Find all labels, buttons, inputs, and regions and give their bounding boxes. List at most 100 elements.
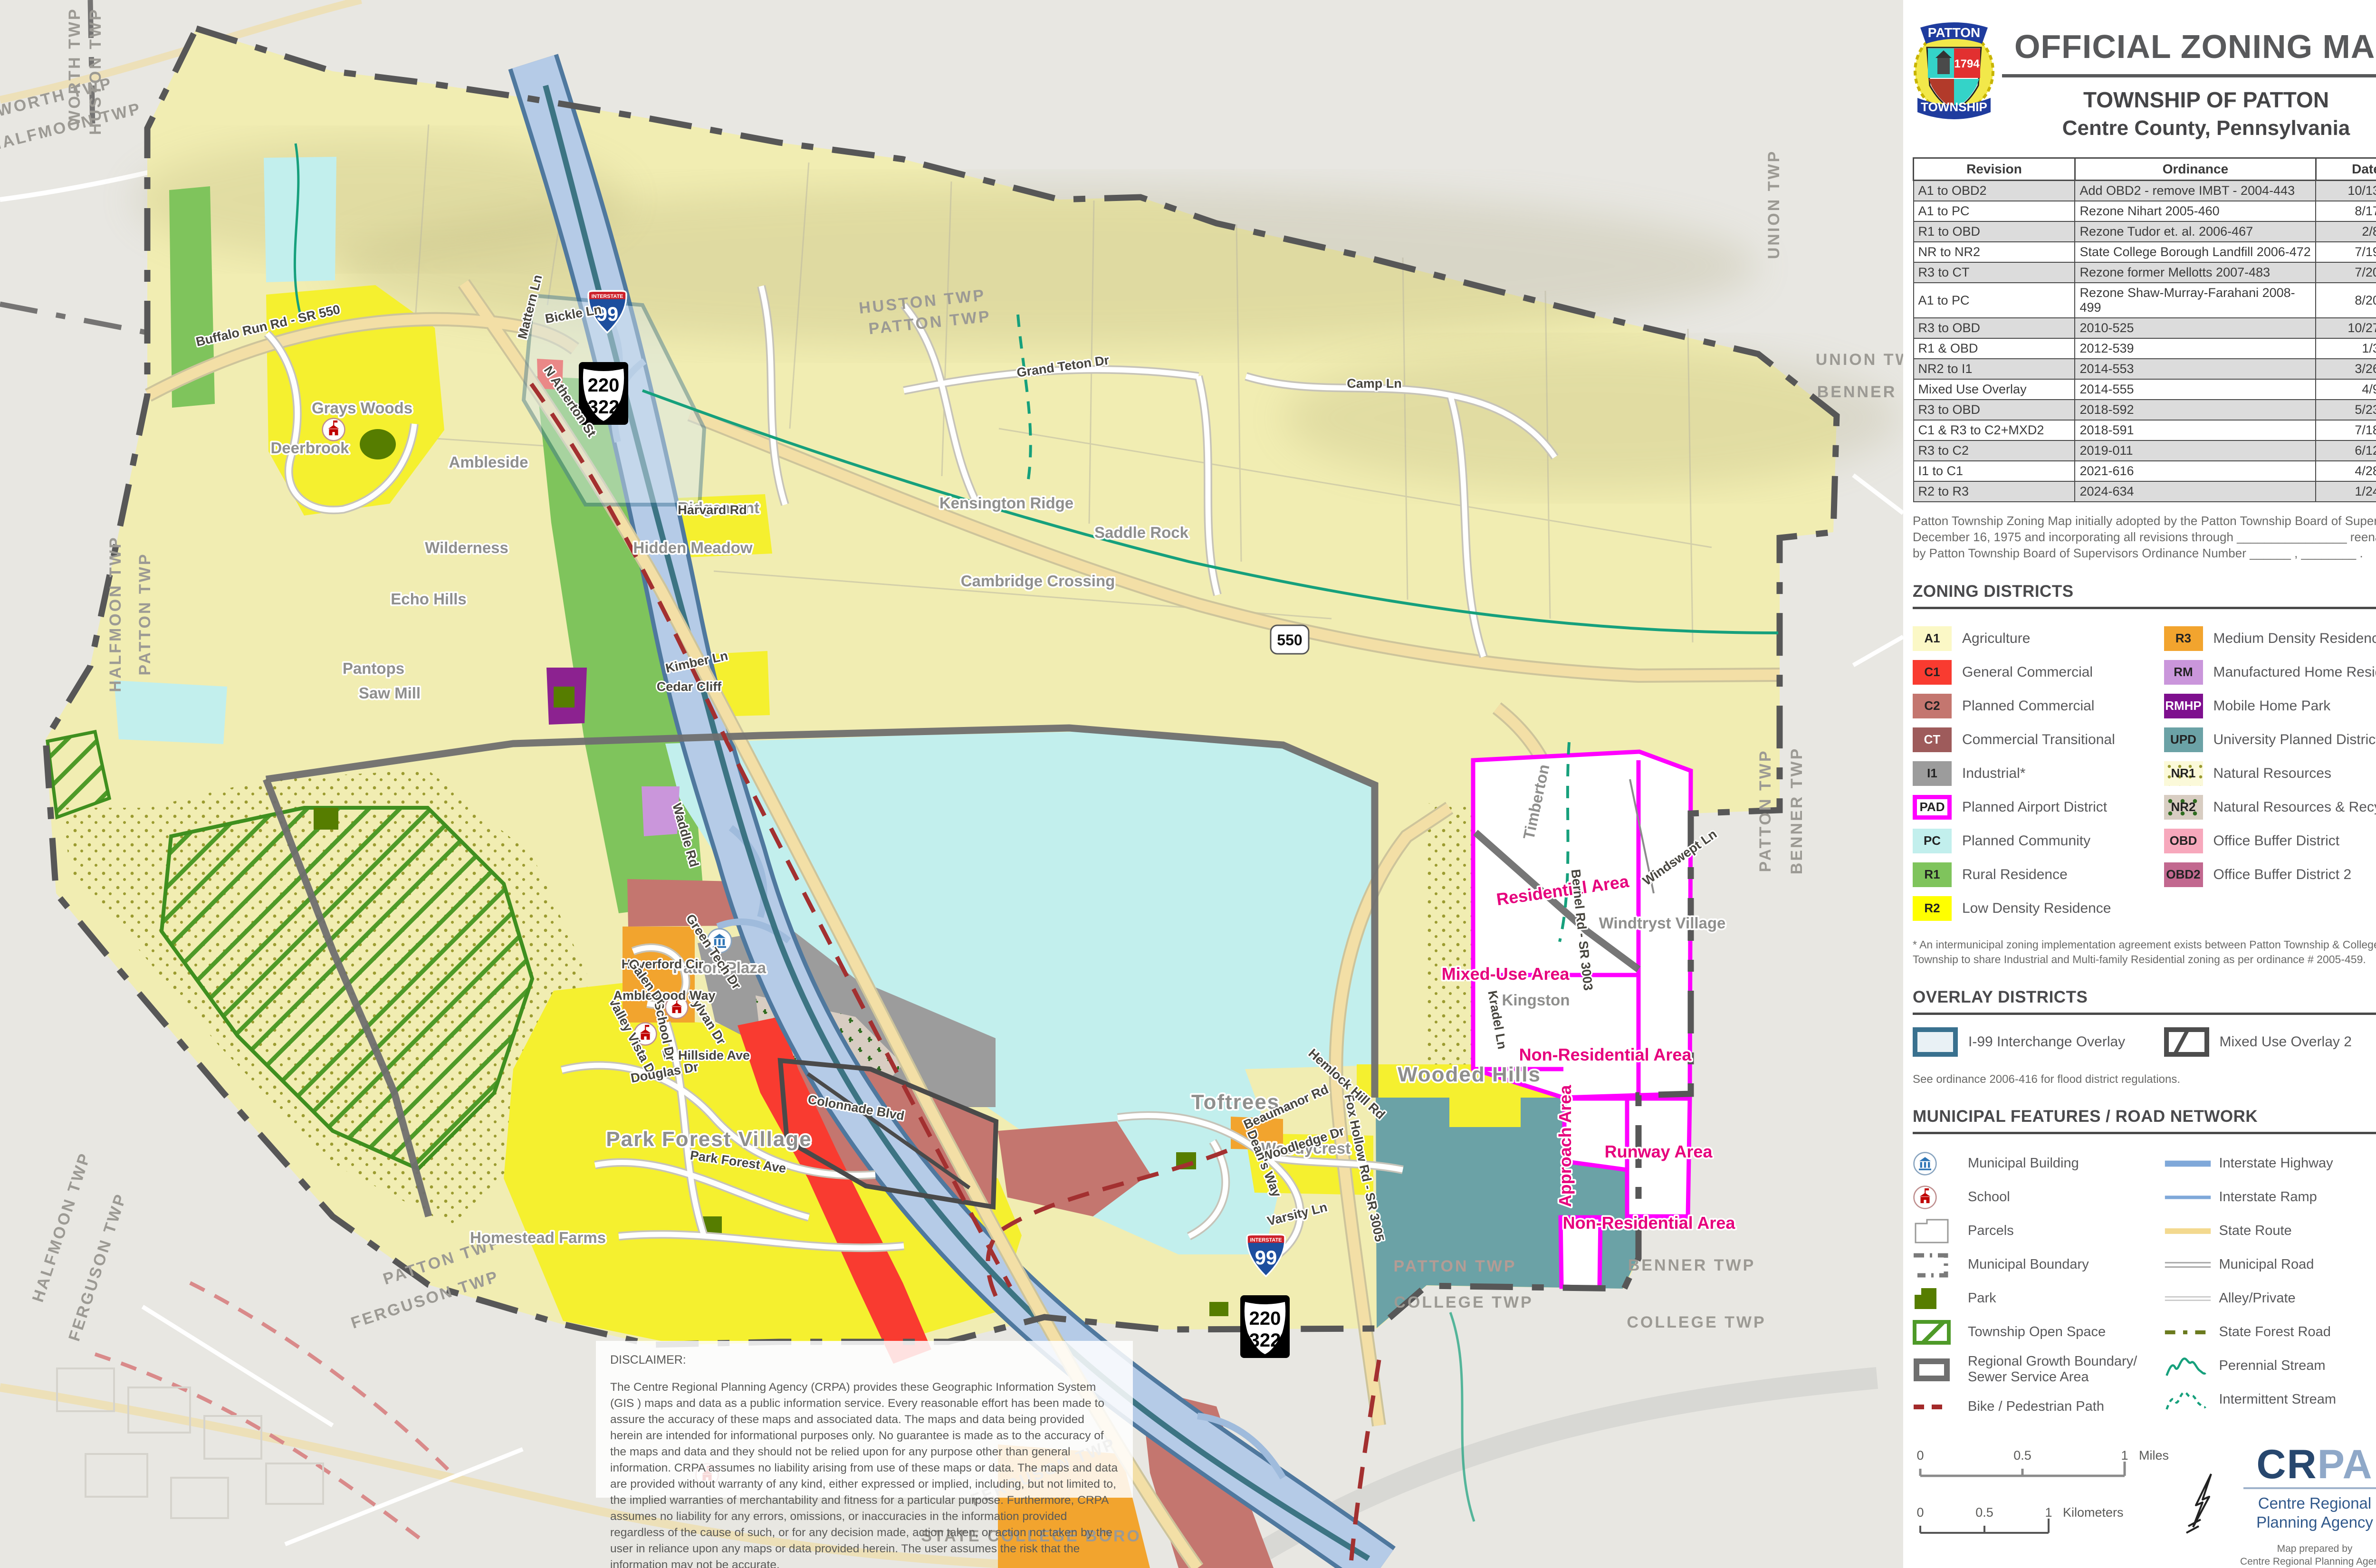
pad-label: Approach Area xyxy=(1555,1085,1575,1207)
nr1-swatch: NR1 xyxy=(2164,761,2203,786)
road-label: Harvard Rd xyxy=(678,503,747,517)
pad-swatch: PAD xyxy=(1913,795,1952,820)
i1-swatch: I1 xyxy=(1913,761,1952,786)
pad-label: Mixed-Use Area xyxy=(1442,964,1570,984)
map-subtitle: TOWNSHIP OF PATTON xyxy=(1997,87,2376,113)
zoning-footnote: * An intermunicipal zoning implementatio… xyxy=(1913,937,2376,967)
table-row: A1 to PCRezone Shaw-Murray-Farahani 2008… xyxy=(1914,283,2376,318)
panel-header: PATTON 1794 TOWNSHIP OFFICIAL ZONING MAP… xyxy=(1911,14,2376,140)
crpa-credits: Map prepared by Centre Regional Planning… xyxy=(2229,1542,2376,1568)
area-label: Ambleside xyxy=(449,453,528,471)
panel-bottom: 0 0.5 1 Miles 0 0.5 1 Kilometers CRPA Ce… xyxy=(1911,1443,2376,1568)
svg-text:Kilometers: Kilometers xyxy=(2063,1505,2124,1520)
table-row: Mixed Use Overlay2014-5554/9/2014 xyxy=(1914,379,2376,400)
table-row: A1 to OBD2Add OBD2 - remove IMBT - 2004-… xyxy=(1914,181,2376,201)
school-icon xyxy=(1913,1185,1937,1210)
legend-item-r1: R1Rural Residence xyxy=(1913,858,2164,891)
nr2-swatch: NR2 xyxy=(2164,795,2203,820)
legend-item-nr2: NR2Natural Resources & Recycling xyxy=(2164,790,2376,824)
svg-text:0.5: 0.5 xyxy=(1975,1505,1993,1520)
svg-text:Miles: Miles xyxy=(2139,1448,2169,1463)
perennial-stream-icon xyxy=(2164,1352,2212,1380)
svg-text:1: 1 xyxy=(2045,1505,2052,1520)
legend-item-upd: UPDUniversity Planned District xyxy=(2164,723,2376,756)
c2-swatch: C2 xyxy=(1913,694,1952,718)
area-label: Wilderness xyxy=(425,539,508,556)
mixed-use-overlay-2-swatch xyxy=(2164,1027,2209,1057)
municipal-boundary-icon xyxy=(1913,1251,1951,1279)
table-row: R3 to C22019-0116/12/2019 xyxy=(1914,440,2376,461)
legend-item-regional-growth-boundary: Regional Growth Boundary/ Sewer Service … xyxy=(1913,1349,2164,1390)
pad-label: Non-Residential Area xyxy=(1563,1213,1736,1233)
table-row: NR to NR2State College Borough Landfill … xyxy=(1914,242,2376,262)
svg-text:0: 0 xyxy=(1916,1505,1924,1520)
table-row: R3 to OBD2010-52510/27/2010 xyxy=(1914,318,2376,338)
overlay-legend: I-99 Interchange Overlay Mixed Use Overl… xyxy=(1913,1027,2376,1057)
legend-item-park: Park xyxy=(1913,1281,2164,1315)
township-label: PATTON TWP xyxy=(1393,1257,1516,1275)
interstate-highway-icon xyxy=(2164,1157,2212,1171)
township-label: PATTON TWP xyxy=(1756,749,1774,872)
rm-swatch: RM xyxy=(2164,660,2203,685)
legend-item-alley-private: Alley/Private xyxy=(2164,1281,2376,1315)
legend-item-c2: C2Planned Commercial xyxy=(1913,689,2164,723)
table-row: C1 & R3 to C2+MXD22018-5917/18/2018 xyxy=(1914,420,2376,440)
legend-item-perennial-stream: Perennial Stream xyxy=(2164,1349,2376,1383)
svg-text:0.5: 0.5 xyxy=(2013,1448,2031,1463)
upd-swatch: UPD xyxy=(2164,727,2203,752)
road-label: Cedar Cliff xyxy=(657,679,722,694)
township-label: HALFMOON TWP xyxy=(106,535,125,692)
crpa-agency-name: Centre RegionalPlanning Agency xyxy=(2229,1494,2376,1532)
legend-item-nr1: NR1Natural Resources xyxy=(2164,756,2376,790)
area-label: Pantops xyxy=(343,660,404,677)
area-label: Cambridge Crossing xyxy=(961,572,1115,590)
legend-item-bike-pedestrian-path: Bike / Pedestrian Path xyxy=(1913,1390,2164,1424)
interstate-ramp-icon xyxy=(2164,1190,2212,1205)
state-forest-road-icon xyxy=(2164,1325,2212,1339)
ct-swatch: CT xyxy=(1913,727,1952,752)
legend-item-interstate-highway: Interstate Highway xyxy=(2164,1147,2376,1180)
map-title: OFFICIAL ZONING MAP xyxy=(1997,28,2376,66)
crpa-logo: CRPA xyxy=(2229,1445,2376,1483)
i99-overlay-swatch xyxy=(1913,1027,1958,1057)
disclaimer-title: DISCLAIMER: xyxy=(610,1353,1119,1367)
pc-swatch: PC xyxy=(1913,829,1952,853)
municipal-building-icon xyxy=(1913,1151,1937,1176)
township-label: BENNER TWP xyxy=(1628,1256,1756,1274)
legend-item-pc: PCPlanned Community xyxy=(1913,824,2164,858)
overlay-districts-heading: OVERLAY DISTRICTS xyxy=(1913,988,2376,1007)
legend-panel: PATTON 1794 TOWNSHIP OFFICIAL ZONING MAP… xyxy=(1903,0,2376,1568)
svg-text:TOWNSHIP: TOWNSHIP xyxy=(1921,100,1987,114)
legend-item-obd2: OBD2Office Buffer District 2 xyxy=(2164,858,2376,891)
area-label: Saddle Rock xyxy=(1094,524,1189,541)
township-label: COLLEGE TWP xyxy=(1394,1293,1533,1311)
overlay-note: See ordinance 2006-416 for flood distric… xyxy=(1913,1073,2376,1086)
legend-item-r3: R3Medium Density Residence xyxy=(2164,621,2376,655)
legend-item-municipal-building: Municipal Building xyxy=(1913,1147,2164,1180)
obd-swatch: OBD xyxy=(2164,829,2203,853)
table-row: R1 & OBD2012-5391/3/2012 xyxy=(1914,338,2376,359)
legend-item-interstate-ramp: Interstate Ramp xyxy=(2164,1180,2376,1214)
features-legend: Municipal Building School Parcels Munici… xyxy=(1913,1147,2376,1424)
area-label: Wooded Hills xyxy=(1398,1063,1541,1086)
legend-item-obd: OBDOffice Buffer District xyxy=(2164,824,2376,858)
township-label: COLLEGE TWP xyxy=(1627,1313,1766,1331)
legend-item-municipal-road: Municipal Road xyxy=(2164,1248,2376,1281)
park-icon xyxy=(1913,1285,1943,1312)
rmhp-swatch: RMHP xyxy=(2164,694,2203,718)
table-row: R2 to R32024-6341/24/2024 xyxy=(1914,481,2376,502)
township-label: WORTH TWP xyxy=(66,7,84,125)
area-label: Homestead Farms xyxy=(470,1229,606,1246)
crpa-logo-block: CRPA Centre RegionalPlanning Agency Map … xyxy=(2229,1443,2376,1568)
legend-item-r2: R2Low Density Residence xyxy=(1913,891,2164,925)
area-label: Deerbrook xyxy=(270,439,349,457)
r1-swatch: R1 xyxy=(1913,862,1952,887)
zoning-map-sheet: INTERSTATE 99 220 322 550 xyxy=(0,0,2376,1568)
area-label: Kingston xyxy=(1502,991,1570,1009)
disclaimer-body: The Centre Regional Planning Agency (CRP… xyxy=(610,1379,1119,1568)
alley-private-icon xyxy=(2164,1291,2212,1306)
title-rule xyxy=(2002,74,2376,77)
state-route-icon xyxy=(2164,1224,2212,1238)
map-subtitle-2: Centre County, Pennsylvania xyxy=(1997,116,2376,140)
c1-swatch: C1 xyxy=(1913,660,1952,685)
